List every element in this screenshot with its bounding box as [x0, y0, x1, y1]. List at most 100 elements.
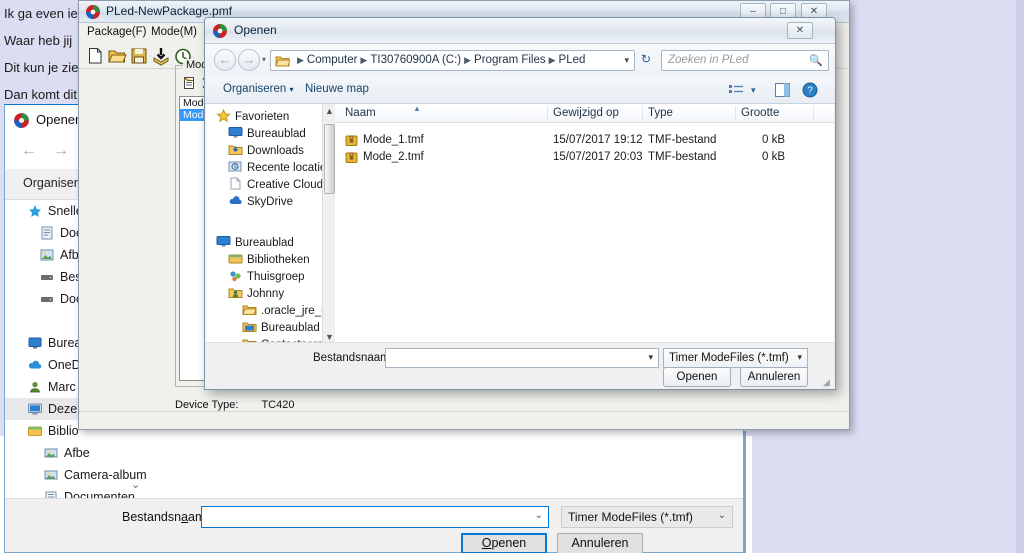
navigation-pane[interactable]: Favorieten Bureaublad Downloads Recente … [206, 104, 334, 344]
star-icon [216, 108, 231, 123]
filename-label: Bestandsnaam: [122, 510, 209, 524]
column-divider[interactable] [735, 106, 736, 121]
search-icon: 🔍 [809, 55, 823, 67]
nav-item-oracle-jre-usage[interactable]: .oracle_jre_usag [206, 303, 334, 320]
user-folder-icon [228, 286, 243, 299]
nav-item-label: Bibliotheken [247, 254, 310, 266]
desktop-icon [27, 335, 43, 349]
column-divider[interactable] [547, 106, 548, 121]
nav-item-label: Creative Cloud Fi [247, 179, 334, 191]
nav-item-creative-cloud-files[interactable]: Creative Cloud Fi [206, 177, 334, 194]
column-divider[interactable] [642, 106, 643, 121]
explorer-open-dialog[interactable]: Openen ✕ ← → ▾ ▶ Computer ▶ TI30760900A (C:… [204, 17, 836, 390]
organize-button[interactable]: Organiseren ▾ [223, 83, 294, 95]
address-breadcrumb-bar[interactable]: ▶ Computer ▶ TI30760900A (C:) ▶ Program Files… [270, 50, 635, 71]
open-button[interactable]: Openen [461, 533, 547, 553]
save-disk-icon[interactable] [129, 46, 149, 66]
svg-text:?: ? [807, 86, 813, 97]
nav-item-bureaublad[interactable]: Bureaublad [206, 126, 334, 143]
nav-item-bibliotheken[interactable]: Bibliotheken [206, 252, 334, 269]
nav-pane-scrollbar[interactable]: ▲ ▼ [322, 104, 335, 344]
cancel-button[interactable]: Annuleren [557, 533, 643, 553]
breadcrumb-item-computer[interactable]: Computer [307, 54, 358, 66]
documents-icon [39, 225, 55, 240]
close-button[interactable]: ✕ [787, 22, 813, 39]
search-input[interactable]: Zoeken in PLed [668, 54, 749, 66]
file-list-header[interactable]: Naam ▲ Gewijzigd op Type Grootte [335, 104, 834, 123]
add-mode-icon[interactable] [181, 75, 197, 91]
chevron-down-icon[interactable]: ▾ [624, 55, 629, 66]
nav-item-recente-locaties[interactable]: Recente locaties [206, 160, 334, 177]
filename-input[interactable]: ⌄ [201, 506, 549, 528]
file-type-filter-dropdown[interactable]: Timer ModeFiles (*.tmf) ⌄ [561, 506, 733, 528]
nav-item-thuisgroep[interactable]: Thuisgroep [206, 269, 334, 286]
dialog-titlebar: Openen ✕ [205, 18, 835, 44]
breadcrumb-separator: ▶ [464, 55, 472, 65]
table-row[interactable]: Mode_1.tmf 15/07/2017 19:12 TMF-bestand … [335, 132, 834, 149]
nav-item-camera-album[interactable]: Camera-album [5, 464, 146, 486]
scrollbar-thumb[interactable] [324, 124, 335, 194]
nav-item-bureaublad-sub[interactable]: Bureaublad [206, 320, 334, 337]
help-icon[interactable]: ? [802, 82, 818, 103]
refresh-icon[interactable]: ↻ [641, 52, 651, 66]
scroll-up-icon[interactable]: ▲ [325, 106, 334, 116]
cancel-button[interactable]: Annuleren [740, 367, 808, 387]
device-type-label: Device Type: [175, 399, 239, 411]
column-header-type[interactable]: Type [648, 107, 673, 119]
breadcrumb-separator: ▶ [548, 55, 556, 65]
breadcrumb-item-pled[interactable]: PLed [559, 54, 586, 66]
breadcrumb-item-drive[interactable]: TI30760900A (C:) [370, 54, 461, 66]
file-name: Mode_2.tmf [363, 151, 424, 163]
file-icon [228, 177, 243, 190]
forward-arrow-icon[interactable]: → [238, 49, 260, 71]
nav-pane-scroll-chevron-icon[interactable]: ⌄ [131, 478, 140, 491]
open-folder-icon[interactable] [107, 46, 127, 66]
nav-item-favorieten[interactable]: Favorieten [206, 108, 334, 126]
file-type-filter-value: Timer ModeFiles (*.tmf) [669, 352, 789, 364]
breadcrumb[interactable]: ▶ Computer ▶ TI30760900A (C:) ▶ Program Files… [294, 54, 585, 66]
forward-arrow-icon[interactable]: → [53, 142, 69, 160]
file-modified: 15/07/2017 19:12 [553, 134, 643, 146]
nav-item-label: Bureaublad [261, 322, 320, 334]
column-header-gewijzigd-op[interactable]: Gewijzigd op [553, 107, 619, 119]
search-box[interactable]: Zoeken in PLed 🔍 [661, 50, 829, 71]
chevron-down-icon[interactable]: ▾ [648, 352, 653, 363]
back-arrow-icon[interactable]: ← [21, 142, 37, 160]
explorer-toolbar[interactable]: Organiseren ▾ Nieuwe map ▾ ? [205, 76, 835, 104]
nav-item-bureaublad-root[interactable]: Bureaublad [206, 235, 334, 252]
scroll-down-icon[interactable]: ▼ [325, 332, 334, 342]
chevron-down-icon[interactable]: ⌄ [535, 510, 543, 521]
open-button[interactable]: Openen [663, 367, 731, 387]
win10-dialog-title: Openen [36, 112, 83, 127]
win10-dialog-footer: Bestandsnaam: ⌄ Timer ModeFiles (*.tmf) … [5, 498, 743, 553]
menu-package[interactable]: Package(F) [87, 26, 146, 38]
file-list[interactable]: Naam ▲ Gewijzigd op Type Grootte Mode_1.… [335, 104, 834, 344]
nav-item-johnny[interactable]: Johnny [206, 286, 334, 303]
new-document-icon[interactable] [85, 46, 105, 66]
filename-input[interactable]: ▾ [385, 348, 659, 368]
back-arrow-icon[interactable]: ← [214, 49, 236, 71]
nav-item-afbeeldingen-2[interactable]: Afbe [5, 442, 146, 464]
nav-item-label: SkyDrive [247, 196, 294, 208]
preview-pane-icon[interactable] [775, 83, 790, 102]
column-divider[interactable] [813, 106, 814, 121]
table-row[interactable]: Mode_2.tmf 15/07/2017 20:03 TMF-bestand … [335, 149, 834, 166]
resize-grip[interactable]: ◢ [823, 377, 833, 387]
chevron-down-icon: ▾ [797, 352, 802, 362]
chevron-down-icon[interactable]: ▾ [262, 55, 266, 64]
background-right-edge [1016, 0, 1024, 553]
file-type-filter-dropdown[interactable]: Timer ModeFiles (*.tmf) ▾ [663, 348, 808, 368]
user-icon [27, 379, 43, 393]
nav-item-downloads[interactable]: Downloads [206, 143, 334, 160]
breadcrumb-item-program-files[interactable]: Program Files [474, 54, 546, 66]
background-text-line: Dan komt dit [4, 87, 77, 102]
new-folder-button[interactable]: Nieuwe map [305, 83, 369, 95]
column-header-grootte[interactable]: Grootte [741, 107, 779, 119]
libraries-icon [228, 252, 243, 265]
column-header-naam[interactable]: Naam [345, 107, 376, 119]
menu-mode[interactable]: Mode(M) [151, 26, 197, 38]
view-list-icon[interactable] [729, 84, 744, 102]
download-icon[interactable] [151, 46, 171, 66]
nav-item-skydrive[interactable]: SkyDrive [206, 194, 334, 211]
chevron-down-icon[interactable]: ▾ [751, 85, 756, 96]
